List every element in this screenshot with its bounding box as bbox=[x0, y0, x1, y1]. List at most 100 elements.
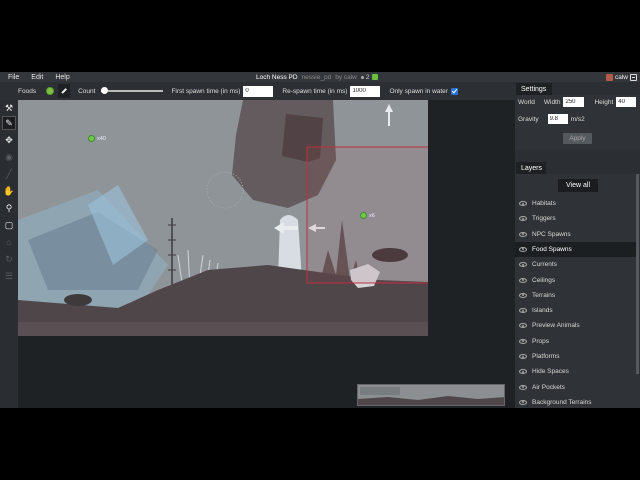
eye-icon[interactable] bbox=[519, 292, 527, 298]
stack-icon[interactable]: ☰ bbox=[3, 270, 15, 282]
layers-panel: View all Habitats Triggers NPC Spawns Food … bbox=[515, 174, 640, 408]
layer-label: Terrains bbox=[532, 291, 556, 299]
layer-item[interactable]: Triggers bbox=[515, 211, 637, 226]
user-menu[interactable]: calw bbox=[605, 73, 637, 81]
eye-icon[interactable] bbox=[519, 384, 527, 390]
layer-item[interactable]: Currents bbox=[515, 257, 637, 272]
wrench-icon[interactable]: ⚒ bbox=[3, 102, 15, 114]
eye-icon[interactable] bbox=[519, 308, 527, 314]
layer-label: Ceilings bbox=[532, 276, 556, 284]
eye-icon[interactable] bbox=[519, 369, 527, 375]
canvas-outside-area bbox=[428, 100, 515, 336]
layer-item[interactable]: NPC Spawns bbox=[515, 227, 637, 242]
layer-item[interactable]: Air Pockets bbox=[515, 380, 637, 395]
food-dot-icon bbox=[88, 135, 95, 142]
apply-button[interactable]: Apply bbox=[563, 133, 592, 144]
count-label: Count bbox=[78, 87, 96, 95]
line-icon[interactable]: ╱ bbox=[3, 168, 15, 180]
map-name: Loch Ness PD bbox=[256, 73, 298, 81]
move-icon[interactable]: ✥ bbox=[3, 134, 15, 146]
menu-file[interactable]: File bbox=[0, 74, 25, 81]
layer-label: Food Spawns bbox=[532, 245, 572, 253]
layer-label: Props bbox=[532, 337, 549, 345]
tab-settings[interactable]: Settings bbox=[516, 83, 552, 95]
layers-scrollbar[interactable] bbox=[636, 174, 639, 374]
layer-item[interactable]: Habitats bbox=[515, 196, 637, 211]
avatar bbox=[605, 73, 613, 81]
thumbs-up-icon[interactable] bbox=[371, 74, 378, 80]
layer-label: Triggers bbox=[532, 215, 556, 223]
first-spawn-input[interactable] bbox=[243, 85, 274, 97]
editor-window: File Edit Help Loch Ness PD nessie_pd by… bbox=[0, 72, 640, 408]
respawn-input[interactable] bbox=[350, 85, 381, 97]
minimap-preview bbox=[358, 385, 504, 405]
tab-layers[interactable]: Layers bbox=[516, 162, 546, 174]
edit-box-icon[interactable]: ✎ bbox=[2, 116, 16, 130]
eye-icon[interactable] bbox=[519, 338, 527, 344]
eye-icon[interactable] bbox=[519, 354, 527, 359]
likes-count[interactable]: 2 bbox=[360, 74, 378, 81]
width-input[interactable] bbox=[563, 97, 585, 107]
height-input[interactable] bbox=[616, 97, 637, 107]
layer-item[interactable]: Ceilings bbox=[515, 273, 637, 288]
username: calw bbox=[614, 73, 628, 81]
width-label: Width bbox=[543, 98, 561, 106]
zoom-icon[interactable]: ⚲ bbox=[3, 202, 15, 214]
menu-edit[interactable]: Edit bbox=[25, 74, 49, 81]
ghost-icon[interactable]: ◉ bbox=[3, 151, 15, 163]
map-author[interactable]: by calw bbox=[335, 74, 357, 81]
layer-item[interactable]: Food Spawns bbox=[515, 241, 637, 257]
layer-item[interactable]: Platforms bbox=[515, 349, 637, 364]
minimap[interactable] bbox=[357, 384, 505, 406]
layer-label: Currents bbox=[532, 261, 557, 269]
square-icon[interactable]: ▢ bbox=[3, 219, 15, 231]
only-water-label: Only spawn in water bbox=[389, 87, 448, 95]
foods-label: Foods bbox=[18, 87, 37, 95]
layer-label: NPC Spawns bbox=[532, 230, 571, 238]
layer-item[interactable]: Islands bbox=[515, 303, 637, 318]
slider-knob[interactable] bbox=[101, 87, 109, 94]
home-icon[interactable]: ⌂ bbox=[3, 236, 15, 248]
thumbs-dot-icon bbox=[360, 75, 364, 79]
pencil-icon[interactable] bbox=[58, 84, 71, 98]
layer-label: Platforms bbox=[532, 353, 560, 360]
layer-item[interactable]: Hide Spaces bbox=[515, 364, 637, 379]
layer-label: Habitats bbox=[532, 200, 556, 207]
eye-icon[interactable] bbox=[519, 216, 527, 222]
letterbox-bottom bbox=[0, 408, 640, 480]
rotate-icon[interactable]: ↻ bbox=[3, 253, 15, 265]
view-all-button[interactable]: View all bbox=[558, 179, 598, 192]
letterbox-top bbox=[0, 0, 640, 72]
world-label: World bbox=[518, 98, 535, 106]
eye-icon[interactable] bbox=[519, 277, 527, 283]
food-spawn-marker[interactable]: x6 bbox=[360, 212, 375, 219]
map-slug: nessie_pd bbox=[301, 73, 332, 81]
layer-label: Air Pockets bbox=[532, 383, 565, 391]
gravity-input[interactable] bbox=[547, 114, 568, 124]
food-type-icon[interactable] bbox=[46, 87, 55, 95]
eye-icon[interactable] bbox=[519, 399, 527, 405]
logout-icon[interactable] bbox=[630, 73, 637, 81]
menu-help[interactable]: Help bbox=[49, 74, 75, 81]
layer-item[interactable]: Terrains bbox=[515, 288, 637, 303]
only-water-checkbox[interactable] bbox=[450, 87, 458, 95]
layer-item[interactable]: Props bbox=[515, 334, 637, 349]
map-canvas[interactable]: x40 x6 x0 bbox=[18, 100, 428, 336]
layer-item[interactable]: Preview Animals bbox=[515, 318, 637, 333]
layer-item[interactable]: Background Terrains bbox=[515, 395, 637, 408]
food-spawn-marker[interactable]: x40 bbox=[88, 135, 106, 142]
count-slider[interactable] bbox=[101, 87, 164, 94]
right-panel: Settings World Width Height Gravity m/s2… bbox=[515, 82, 640, 408]
layer-label: Hide Spaces bbox=[532, 368, 569, 376]
eye-icon[interactable] bbox=[519, 323, 527, 329]
eye-icon[interactable] bbox=[519, 246, 527, 252]
eye-icon[interactable] bbox=[519, 262, 527, 268]
food-count-label: x6 bbox=[369, 212, 375, 219]
eye-icon[interactable] bbox=[519, 231, 527, 237]
gravity-unit: m/s2 bbox=[570, 115, 585, 123]
gravity-label: Gravity bbox=[518, 115, 539, 123]
hand-icon[interactable]: ✋ bbox=[3, 185, 15, 197]
eye-icon[interactable] bbox=[519, 201, 527, 206]
food-dot-icon bbox=[360, 212, 367, 219]
layer-label: Background Terrains bbox=[532, 398, 592, 406]
